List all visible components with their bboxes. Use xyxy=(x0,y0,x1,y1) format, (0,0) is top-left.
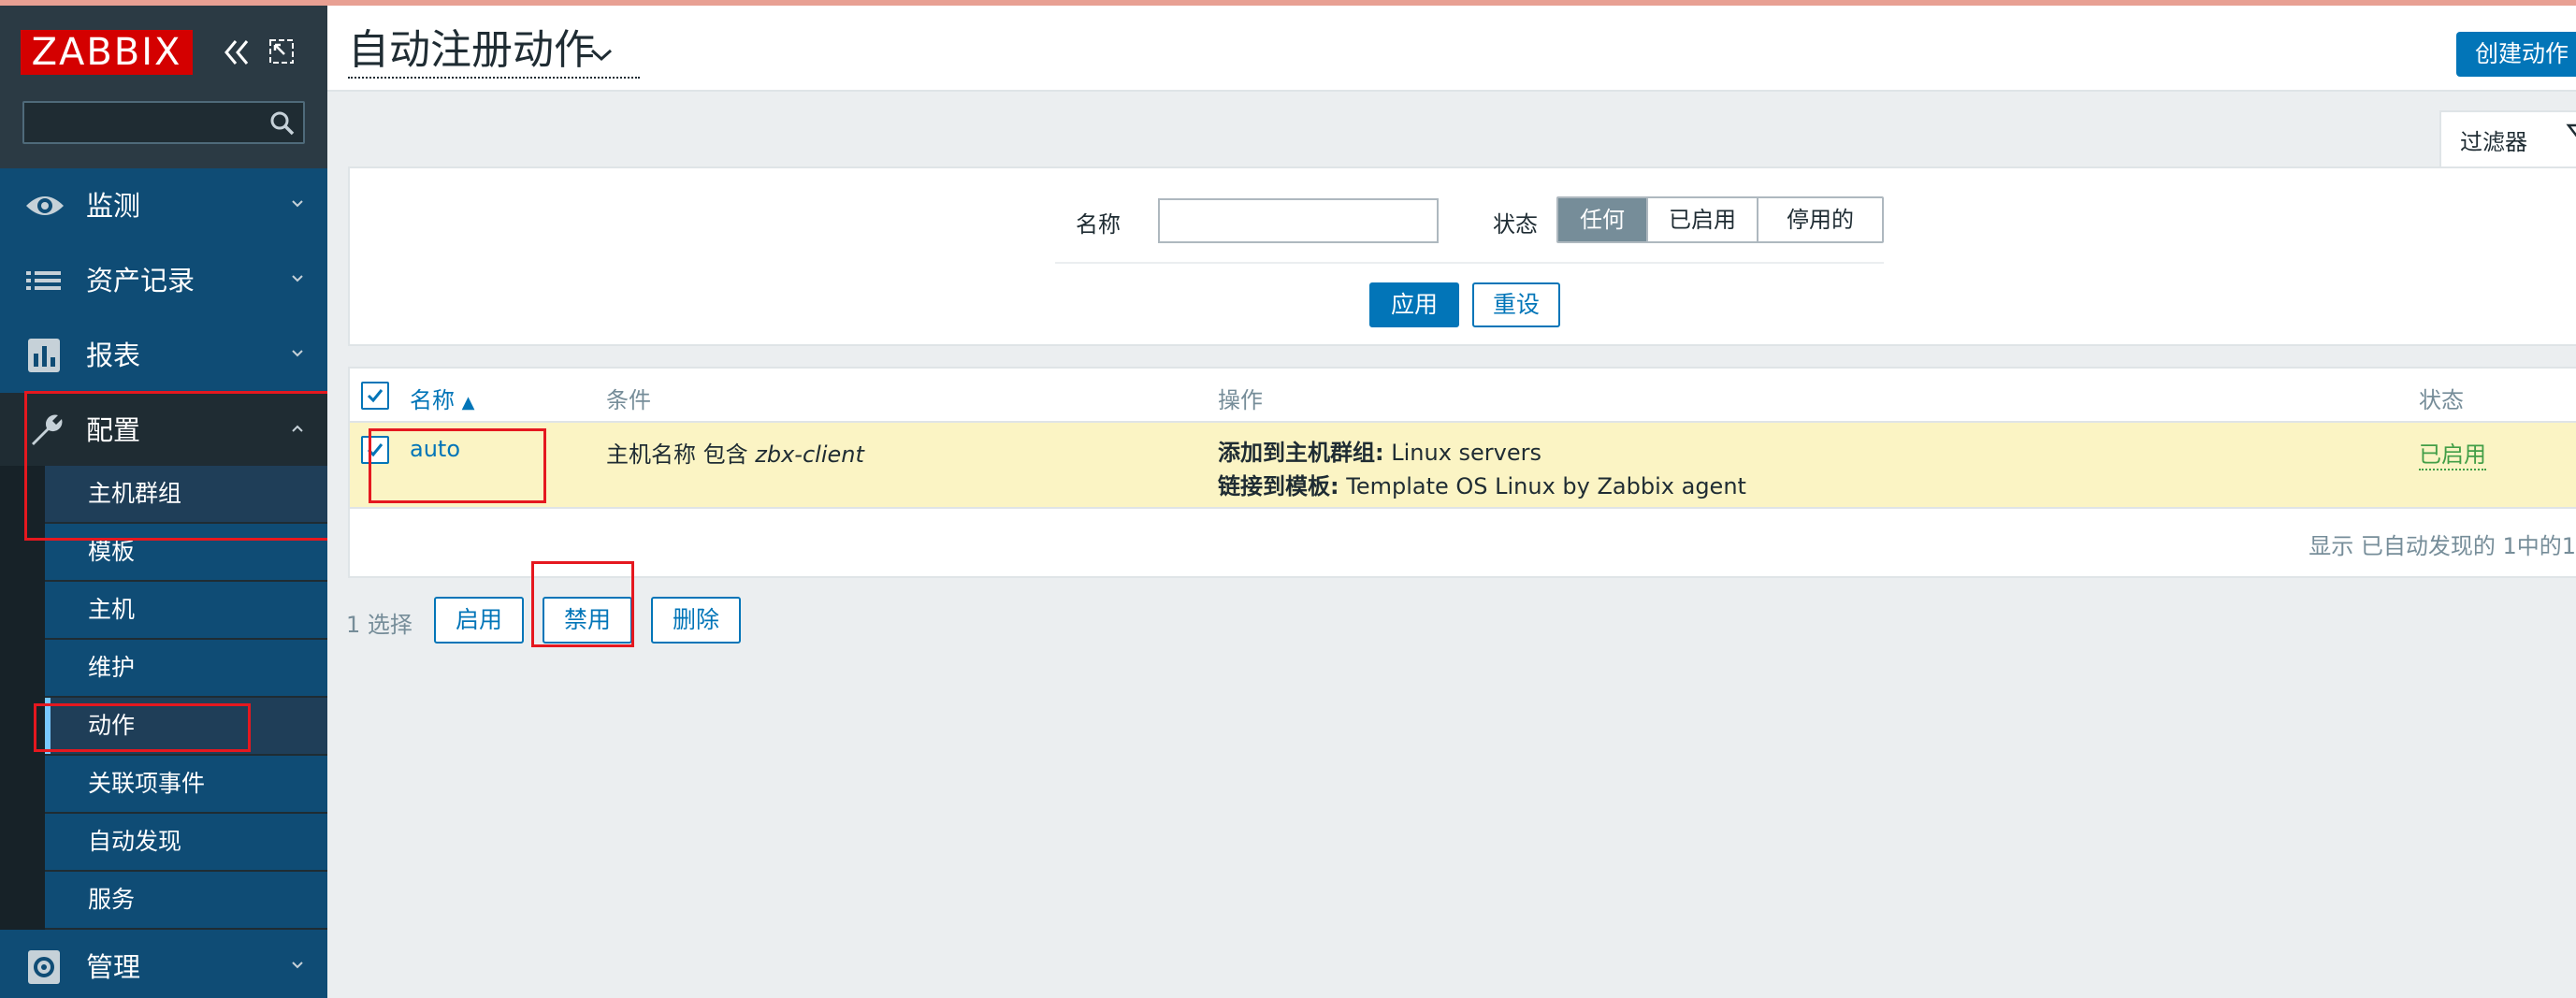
submenu-item-discovery[interactable]: 自动发现 xyxy=(45,814,327,872)
top-border xyxy=(0,0,327,6)
status-any-option[interactable]: 任何 xyxy=(1558,198,1648,241)
column-header-name[interactable]: 名称 ▲ xyxy=(410,382,474,414)
column-header-operations: 操作 xyxy=(1218,387,1263,413)
operation-label: 添加到主机群组: xyxy=(1218,440,1384,466)
submenu-label: 主机 xyxy=(88,596,136,623)
condition-text: 主机名称 包含 xyxy=(606,441,756,468)
annotation-box xyxy=(369,428,546,503)
submenu-label: 关联项事件 xyxy=(88,770,206,797)
sort-asc-icon: ▲ xyxy=(461,393,475,412)
filter-tab-label: 过滤器 xyxy=(2460,129,2527,155)
list-icon xyxy=(24,262,65,299)
page-header: 自动注册动作 创建动作 xyxy=(327,6,2576,92)
status-enabled-option[interactable]: 已启用 xyxy=(1648,198,1758,241)
annotation-box xyxy=(34,703,251,752)
page-title-text: 自动注册动作 xyxy=(348,26,595,74)
sidebar-search-input[interactable] xyxy=(22,101,305,144)
menu-label: 报表 xyxy=(86,340,141,371)
zabbix-logo[interactable]: ZABBIX xyxy=(21,30,193,75)
submenu-item-maintenance[interactable]: 维护 xyxy=(45,640,327,698)
main-content: 自动注册动作 创建动作 过滤器 名称 状态 任何 已启用 停用的 应用 重设 名… xyxy=(327,0,2576,998)
table-paging-info: 显示 已自动发现的 1中的1 xyxy=(2308,533,2576,559)
submenu-label: 自动发现 xyxy=(88,828,182,855)
menu-label: 资产记录 xyxy=(86,265,195,297)
chevron-down-icon xyxy=(290,271,305,286)
gear-icon xyxy=(24,948,65,986)
menu-label: 监测 xyxy=(86,190,141,222)
status-filter-label: 状态 xyxy=(1493,211,1538,238)
operation-value: Linux servers xyxy=(1383,440,1542,466)
menu-label: 管理 xyxy=(86,951,141,983)
bar-chart-icon xyxy=(24,337,65,374)
search-icon[interactable] xyxy=(269,110,296,137)
reset-filter-button[interactable]: 重设 xyxy=(1472,282,1560,327)
eye-icon xyxy=(24,187,65,224)
filter-panel: 名称 状态 任何 已启用 停用的 应用 重设 xyxy=(348,166,2576,346)
apply-filter-button[interactable]: 应用 xyxy=(1369,282,1459,327)
submenu-item-event-correlation[interactable]: 关联项事件 xyxy=(45,756,327,814)
column-header-status[interactable]: 状态 xyxy=(2419,382,2464,414)
name-filter-input[interactable] xyxy=(1158,198,1439,243)
annotation-box xyxy=(24,391,340,541)
menu-reports[interactable]: 报表 xyxy=(0,318,327,393)
status-filter-segmented: 任何 已启用 停用的 xyxy=(1556,196,1884,243)
name-filter-label: 名称 xyxy=(1076,211,1121,238)
chevron-down-icon xyxy=(290,958,305,973)
chevron-down-icon[interactable] xyxy=(589,45,614,64)
operation-line: 链接到模板: Template OS Linux by Zabbix agent xyxy=(1218,470,1746,503)
action-condition: 主机名称 包含 zbx-client xyxy=(606,436,864,469)
annotation-box xyxy=(531,561,634,647)
chevron-down-icon xyxy=(290,196,305,211)
filter-divider xyxy=(1055,262,1884,264)
submenu-label: 模板 xyxy=(88,538,136,565)
submenu-label: 服务 xyxy=(88,886,136,913)
table-header: 名称 ▲ 条件 操作 状态 xyxy=(350,369,2576,423)
operation-value: Template OS Linux by Zabbix agent xyxy=(1339,473,1746,499)
status-toggle-link[interactable]: 已启用 xyxy=(2419,436,2486,470)
create-action-button[interactable]: 创建动作 xyxy=(2456,32,2576,77)
menu-inventory[interactable]: 资产记录 xyxy=(0,243,327,318)
submenu-label: 维护 xyxy=(88,654,136,681)
status-disabled-option[interactable]: 停用的 xyxy=(1758,198,1882,241)
selected-count: 1 选择 xyxy=(346,612,412,638)
filter-icon xyxy=(2565,122,2576,153)
submenu-item-services[interactable]: 服务 xyxy=(45,872,327,930)
collapse-sidebar-icon[interactable] xyxy=(217,34,254,71)
column-header-name-text: 名称 xyxy=(410,387,455,413)
table-row: auto 主机名称 包含 zbx-client 添加到主机群组: Linux s… xyxy=(350,423,2576,509)
condition-value: zbx-client xyxy=(755,441,864,468)
sidebar: ZABBIX 监测 资产记录 报表 配置 主机群组 模板 主机 维护 动作 关联… xyxy=(0,0,340,998)
filter-tab[interactable]: 过滤器 xyxy=(2439,110,2576,166)
enable-button[interactable]: 启用 xyxy=(434,597,524,644)
actions-table: 名称 ▲ 条件 操作 状态 auto 主机名称 包含 zbx-client 添加… xyxy=(348,367,2576,578)
action-operations: 添加到主机群组: Linux servers 链接到模板: Template O… xyxy=(1218,436,1746,503)
chevron-down-icon xyxy=(290,346,305,361)
delete-button[interactable]: 删除 xyxy=(651,597,741,644)
menu-monitoring[interactable]: 监测 xyxy=(0,168,327,243)
select-all-checkbox[interactable] xyxy=(361,382,389,410)
menu-administration[interactable]: 管理 xyxy=(0,930,327,998)
operation-line: 添加到主机群组: Linux servers xyxy=(1218,436,1746,470)
submenu-item-hosts[interactable]: 主机 xyxy=(45,582,327,640)
column-header-conditions: 条件 xyxy=(606,387,651,413)
operation-label: 链接到模板: xyxy=(1218,473,1339,499)
kiosk-mode-icon[interactable] xyxy=(266,36,297,67)
